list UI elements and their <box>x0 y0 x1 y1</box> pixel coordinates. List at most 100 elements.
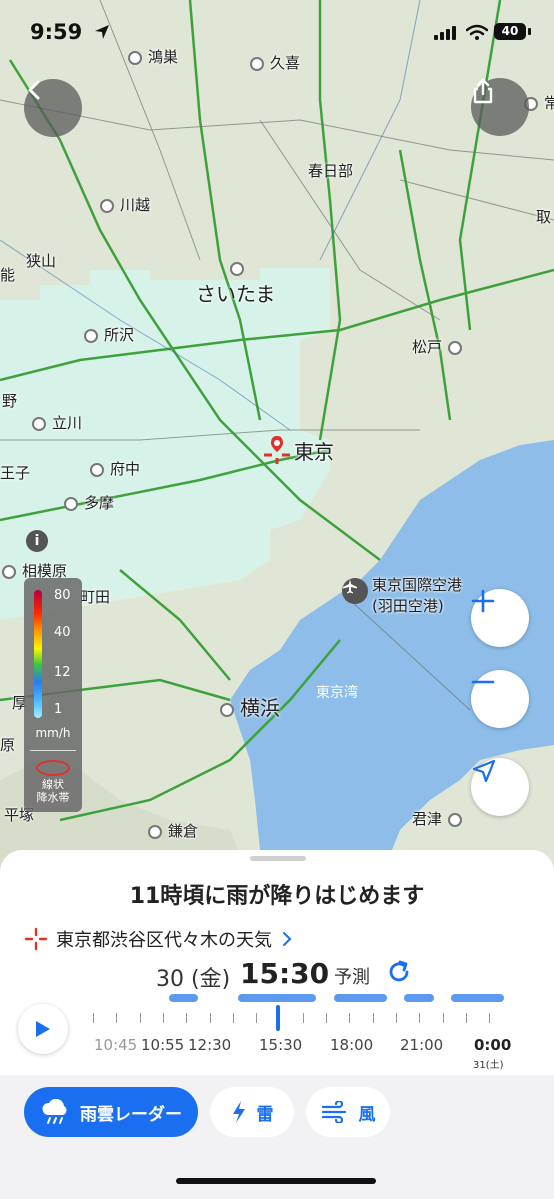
place-marker-icon <box>148 824 162 839</box>
share-icon <box>473 78 493 104</box>
place-label: 取 <box>536 208 552 226</box>
timeline-tick <box>442 1013 444 1023</box>
battery-icon: 40 <box>494 23 526 40</box>
rain-period-bar <box>404 994 434 1002</box>
refresh-button[interactable] <box>386 959 412 989</box>
timeline-tick <box>93 1013 94 1023</box>
place-label: さいたま <box>196 260 275 307</box>
status-bar: 9:59 40 <box>0 0 554 62</box>
timeline-label: 10:45 <box>94 1036 138 1054</box>
cellular-signal-icon <box>434 26 456 40</box>
place-label: 多摩 <box>64 492 114 513</box>
wind-icon <box>321 1101 346 1123</box>
sheet-handle[interactable] <box>250 856 306 861</box>
timeline-label: 10:55 <box>141 1036 185 1054</box>
legend-divider <box>30 750 76 751</box>
place-label: 町田 <box>80 588 111 606</box>
rain-legend: 80 40 12 1 mm/h 線状 降水帯 <box>24 578 82 812</box>
timeline-tick <box>419 1013 421 1023</box>
place-marker-icon <box>448 812 463 827</box>
legend-value: 80 <box>54 588 71 603</box>
tab-label: 雨雲レーダー <box>80 1104 182 1125</box>
timeline-tick <box>302 1013 304 1023</box>
chevron-left-icon <box>28 80 40 100</box>
rain-period-bar <box>334 994 387 1002</box>
legend-unit: mm/h <box>35 726 71 740</box>
place-label: 所沢 <box>84 324 134 345</box>
timeline-tick <box>116 1013 118 1023</box>
tab-lightning[interactable]: 雷 <box>210 1087 294 1137</box>
forecast-headline: 11時頃に雨が降りはじめます <box>129 884 425 909</box>
timeline-tick <box>256 1013 258 1023</box>
timeline-tick <box>139 1013 141 1023</box>
wifi-icon <box>466 24 488 40</box>
place-marker-icon <box>100 198 114 213</box>
tab-label: 雷 <box>256 1104 274 1125</box>
play-button[interactable] <box>18 1004 68 1054</box>
timeline-header: 30 (金) 15:30 予測 <box>0 957 554 997</box>
back-button[interactable] <box>24 79 82 137</box>
timeline-tick <box>489 1013 491 1023</box>
legend-value: 12 <box>54 665 71 680</box>
place-marker-icon <box>90 462 104 477</box>
location-crosshair-icon <box>24 927 48 951</box>
next-day-label: 31(土) <box>473 1060 504 1071</box>
timeline-cursor[interactable] <box>276 1005 280 1031</box>
timeline-label: 0:00 <box>474 1036 512 1054</box>
place-marker-icon <box>32 416 46 431</box>
place-label: 松戸 <box>412 336 468 357</box>
place-label: 鎌倉 <box>148 820 198 841</box>
place-label: 王子 <box>0 464 31 482</box>
place-label: 東京国際空港 <box>372 576 463 594</box>
place-marker-icon <box>220 702 234 717</box>
timeline-label: 18:00 <box>330 1036 374 1054</box>
location-services-icon <box>94 25 109 39</box>
timeline-tick <box>209 1013 211 1023</box>
timeline-label: 12:30 <box>188 1036 232 1054</box>
share-button[interactable] <box>471 78 529 136</box>
map-view[interactable]: 鴻巣 久喜 川越 春日部 狭山 さいたま 所沢 松戸 立川 東京 府中 多摩 相… <box>0 0 554 880</box>
place-label: 東京湾 <box>316 685 358 701</box>
place-label: 原 <box>0 736 16 754</box>
legend-value: 1 <box>54 702 63 717</box>
status-time: 9:59 <box>30 20 110 44</box>
location-pin-icon <box>262 434 292 464</box>
info-icon[interactable]: i <box>26 530 48 552</box>
zoom-in-button[interactable] <box>471 589 529 647</box>
place-label: 東京 <box>294 440 334 464</box>
minus-icon <box>471 680 495 684</box>
lightning-icon <box>232 1101 245 1123</box>
location-link[interactable]: 東京都渋谷区代々木の天気 <box>24 926 294 952</box>
rain-period-bar <box>451 994 504 1002</box>
timeline-tick <box>465 1013 467 1023</box>
airport-icon <box>342 578 368 604</box>
timeline-label: 15:30 <box>259 1036 303 1054</box>
place-label: 川越 <box>100 194 150 215</box>
place-marker-icon <box>64 496 78 511</box>
tab-rain-radar[interactable]: 雨雲レーダー <box>24 1087 198 1137</box>
timeline-tick <box>349 1013 351 1023</box>
play-icon <box>36 1021 50 1037</box>
place-label: (羽田空港) <box>372 597 444 615</box>
place-marker-icon <box>2 564 16 579</box>
place-label: 能 <box>0 266 16 284</box>
zoom-out-button[interactable] <box>471 670 529 728</box>
timeline-tick <box>162 1013 164 1023</box>
chevron-right-icon <box>283 932 292 946</box>
place-label: 府中 <box>90 458 140 479</box>
rain-cloud-icon <box>42 1099 67 1124</box>
current-location-button[interactable] <box>471 758 529 816</box>
place-marker-icon <box>230 262 244 276</box>
tab-wind[interactable]: 風 <box>306 1087 390 1137</box>
location-arrow-icon <box>472 759 496 783</box>
place-label: 立川 <box>32 412 82 433</box>
rain-period-bar <box>169 994 198 1002</box>
place-marker-icon <box>84 328 98 343</box>
linear-rainband-icon <box>36 760 70 776</box>
place-label: 横浜 <box>220 692 280 721</box>
forecast-time: 15:30 <box>240 957 330 990</box>
location-name: 東京都渋谷区代々木の天気 <box>56 930 272 951</box>
timeline-tick <box>372 1013 374 1023</box>
legend-band-label: 線状 降水帯 <box>36 778 70 804</box>
battery-cap <box>528 28 531 35</box>
